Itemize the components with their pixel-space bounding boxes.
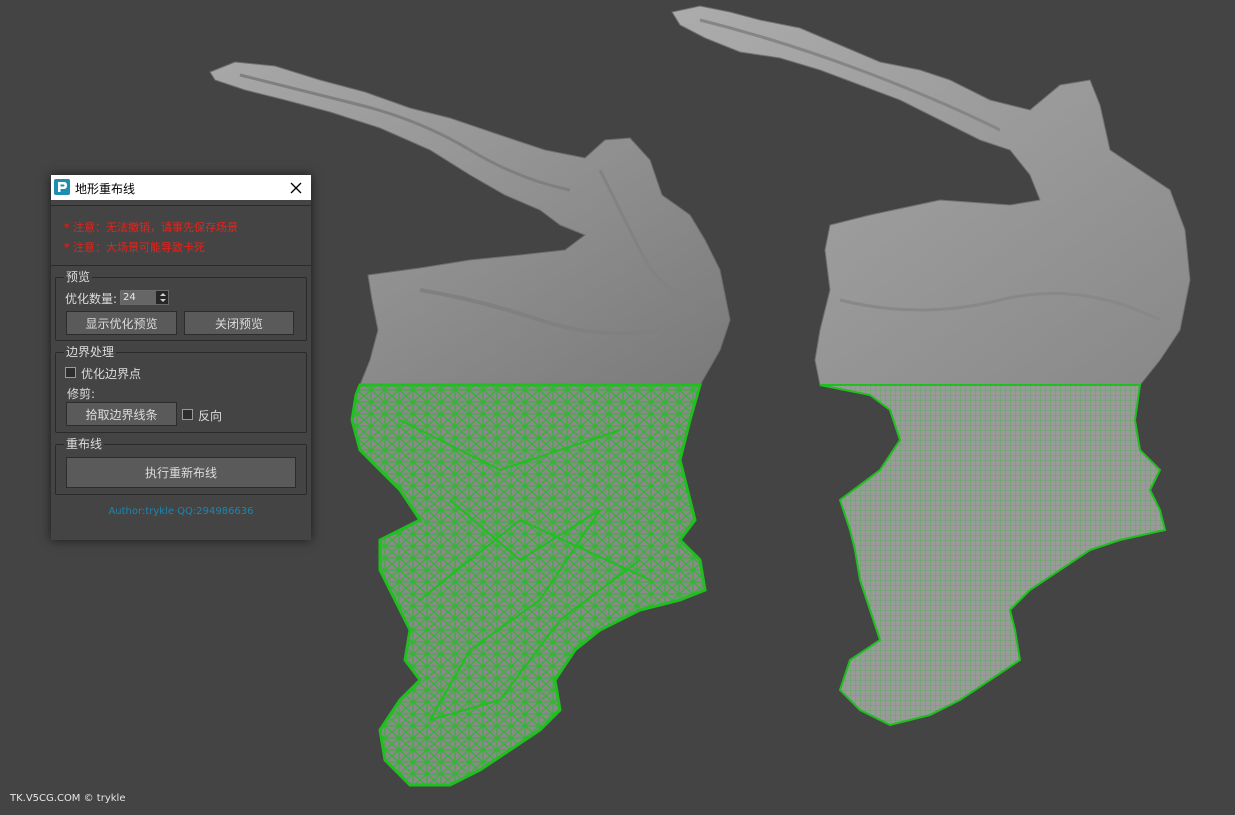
divider bbox=[51, 265, 311, 266]
terrain-retopo-dialog: 地形重布线 * 注意：无法撤销，请事先保存场景 * 注意：大场景可能导致卡死 预… bbox=[51, 175, 311, 540]
watermark-text: TK.V5CG.COM © trykle bbox=[10, 793, 126, 804]
trim-label: 修剪: bbox=[67, 387, 96, 401]
3dsmax-app-icon bbox=[53, 178, 71, 196]
show-preview-button[interactable]: 显示优化预览 bbox=[66, 311, 177, 335]
warning-notes: * 注意：无法撤销，请事先保存场景 * 注意：大场景可能导致卡死 bbox=[64, 218, 238, 258]
close-icon bbox=[290, 182, 302, 193]
reverse-checkbox[interactable] bbox=[182, 409, 193, 420]
spinner-arrows-icon[interactable] bbox=[158, 291, 168, 304]
dialog-title: 地形重布线 bbox=[75, 182, 136, 196]
optimize-count-spinner[interactable] bbox=[120, 290, 169, 305]
author-credit: Author:trykle QQ:294986636 bbox=[108, 506, 254, 517]
warning-note-undo: * 注意：无法撤销，请事先保存场景 bbox=[64, 221, 238, 234]
right-terrain-mesh[interactable] bbox=[671, 5, 1191, 727]
retopo-legend: 重布线 bbox=[64, 437, 105, 451]
optimize-boundary-checkbox[interactable] bbox=[65, 367, 76, 378]
dialog-titlebar[interactable]: 地形重布线 bbox=[51, 175, 311, 200]
reverse-label: 反向 bbox=[198, 409, 223, 423]
preview-legend: 预览 bbox=[64, 270, 93, 284]
warning-note-large-scene: * 注意：大场景可能导致卡死 bbox=[64, 241, 205, 254]
close-button[interactable] bbox=[281, 175, 311, 200]
optimize-boundary-label: 优化边界点 bbox=[81, 367, 142, 381]
run-retopo-button[interactable]: 执行重新布线 bbox=[66, 457, 296, 488]
optimize-count-label: 优化数量: bbox=[65, 292, 118, 306]
divider bbox=[51, 205, 311, 206]
pick-boundary-lines-button[interactable]: 拾取边界线条 bbox=[66, 402, 177, 426]
optimize-count-input[interactable] bbox=[121, 291, 156, 304]
close-preview-button[interactable]: 关闭预览 bbox=[184, 311, 294, 335]
boundary-legend: 边界处理 bbox=[64, 345, 117, 359]
